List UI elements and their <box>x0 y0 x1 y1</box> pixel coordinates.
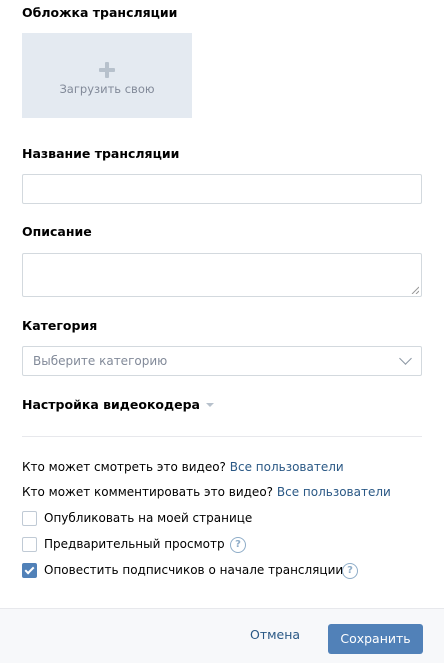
stream-name-label: Название трансляции <box>22 146 180 161</box>
description-label: Описание <box>22 224 92 239</box>
stream-name-input[interactable] <box>22 174 422 204</box>
category-placeholder: Выберите категорию <box>33 354 168 368</box>
cover-upload-label: Загрузить свою <box>59 82 155 96</box>
cover-title: Обложка трансляции <box>22 5 178 20</box>
cover-upload-button[interactable]: Загрузить свою <box>22 33 192 118</box>
encoder-settings-label: Настройка видеокодера <box>22 397 200 412</box>
encoder-settings-toggle[interactable]: Настройка видеокодера <box>22 397 214 412</box>
comment-privacy-link[interactable]: Все пользователи <box>277 485 391 499</box>
publish-on-page-checkbox[interactable] <box>22 511 37 526</box>
plus-icon <box>99 62 115 78</box>
divider <box>22 436 422 437</box>
category-label: Категория <box>22 318 98 333</box>
view-privacy-question: Кто может смотреть это видео? <box>22 460 226 474</box>
footer: Отмена Сохранить <box>0 608 444 663</box>
help-icon[interactable]: ? <box>342 563 358 579</box>
save-button[interactable]: Сохранить <box>328 624 423 654</box>
resize-handle-icon[interactable] <box>411 286 419 294</box>
cancel-button[interactable]: Отмена <box>250 627 300 642</box>
chevron-down-icon <box>399 352 412 365</box>
preview-label: Предварительный просмотр <box>44 537 225 551</box>
preview-checkbox[interactable] <box>22 537 37 552</box>
checkmark-icon <box>24 564 35 575</box>
publish-on-page-label: Опубликовать на моей странице <box>44 511 253 525</box>
category-select[interactable]: Выберите категорию <box>22 346 422 376</box>
view-privacy-link[interactable]: Все пользователи <box>230 460 344 474</box>
comment-privacy-row: Кто может комментировать это видео? Все … <box>22 485 391 499</box>
view-privacy-row: Кто может смотреть это видео? Все пользо… <box>22 460 344 474</box>
comment-privacy-question: Кто может комментировать это видео? <box>22 485 274 499</box>
caret-down-icon <box>205 403 214 407</box>
notify-subscribers-label: Оповестить подписчиков о начале трансляц… <box>44 563 344 577</box>
notify-subscribers-checkbox[interactable] <box>22 563 37 578</box>
description-textarea[interactable] <box>22 253 422 297</box>
help-icon[interactable]: ? <box>230 537 246 553</box>
